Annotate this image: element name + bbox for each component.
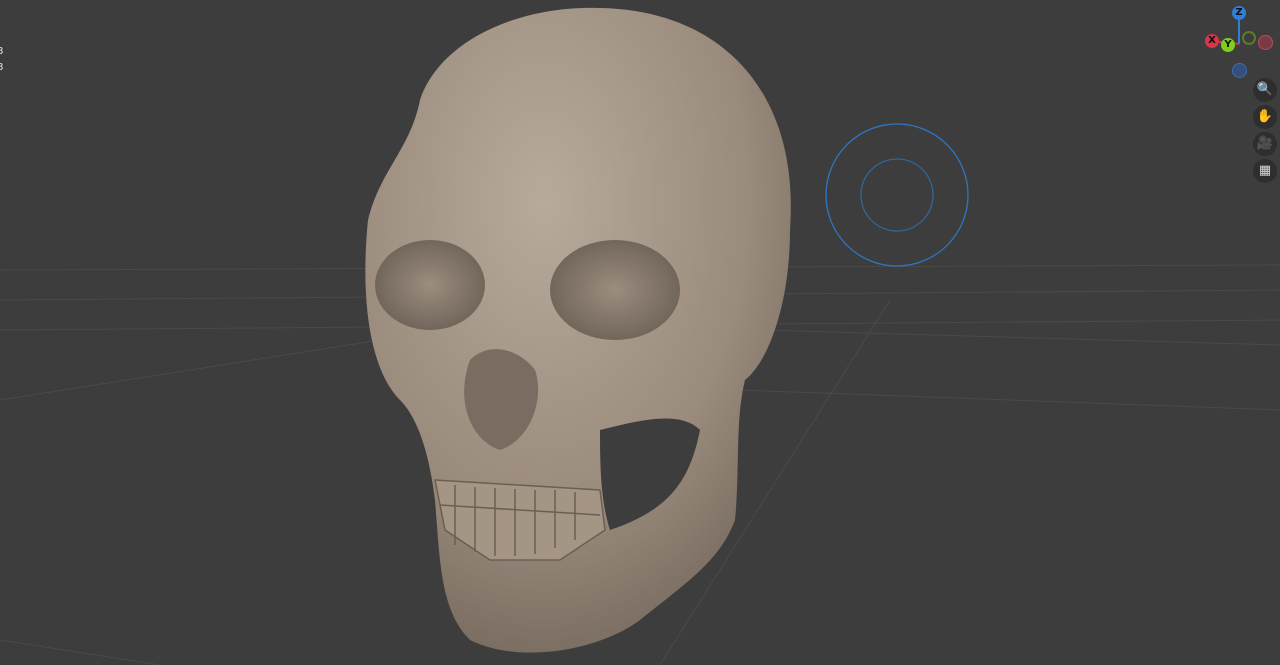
gizmo-neg-x-axis[interactable]	[1258, 35, 1273, 50]
3d-viewport[interactable]	[0, 0, 1280, 665]
zoom-icon: 🔍	[1256, 82, 1274, 97]
gizmo-neg-z-axis[interactable]	[1232, 63, 1247, 78]
left-eye-socket	[375, 240, 485, 330]
skull-mesh[interactable]	[365, 7, 791, 653]
stat-line-2: 8	[0, 62, 4, 73]
perspective-toggle-button[interactable]: ▦	[1253, 159, 1277, 183]
zoom-button[interactable]: 🔍	[1253, 78, 1277, 102]
gizmo-z-axis[interactable]: Z	[1232, 6, 1246, 20]
gizmo-x-axis[interactable]: X	[1205, 34, 1219, 48]
brush-cursor	[825, 123, 969, 267]
pan-hand-icon: ✋	[1256, 109, 1274, 124]
stat-line-1: 8	[0, 46, 4, 57]
camera-view-button[interactable]: 🎥	[1253, 132, 1277, 156]
gizmo-y-axis[interactable]: Y	[1221, 38, 1235, 52]
camera-icon: 🎥	[1256, 136, 1274, 151]
perspective-grid-icon: ▦	[1258, 163, 1272, 178]
gizmo-neg-y-axis[interactable]	[1242, 31, 1256, 45]
right-eye-socket	[550, 240, 680, 340]
pan-button[interactable]: ✋	[1253, 105, 1277, 129]
